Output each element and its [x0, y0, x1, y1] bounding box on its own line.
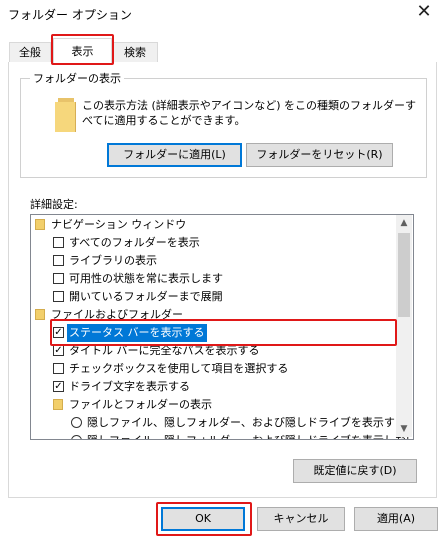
reset-folders-button[interactable]: フォルダーをリセット(R) — [246, 143, 393, 167]
apply-button[interactable]: 適用(A) — [354, 507, 438, 531]
list-item-label: 隠しファイル、隠しフォルダー、および隠しドライブを表示する — [87, 416, 406, 429]
list-item-label: ステータス バーを表示する — [67, 324, 207, 342]
list-item[interactable]: 隠しファイル、隠しフォルダー、および隠しドライブを表示する — [31, 414, 406, 432]
list-item-label: ナビゲーション ウィンドウ — [51, 218, 187, 231]
checkbox[interactable] — [53, 255, 64, 266]
list-item-label: タイトル バーに完全なパスを表示する — [69, 344, 260, 357]
radio-button[interactable] — [71, 417, 82, 428]
checkbox[interactable] — [53, 237, 64, 248]
advanced-settings-list[interactable]: ナビゲーション ウィンドウすべてのフォルダーを表示 ライブラリの表示可用性の状態を… — [30, 214, 414, 440]
advanced-list-scrollbar[interactable]: ▲ ▼ — [396, 215, 412, 437]
list-item-label: すべてのフォルダーを表示 — [69, 236, 200, 249]
scroll-down-icon[interactable]: ▼ — [396, 421, 412, 437]
checkbox[interactable] — [53, 291, 64, 302]
checkbox[interactable] — [53, 363, 64, 374]
restore-defaults-button[interactable]: 既定値に戻す(D) — [293, 459, 417, 483]
folder-icon — [55, 96, 77, 132]
list-item-label: ファイルおよびフォルダー — [51, 308, 183, 321]
list-group-header: ナビゲーション ウィンドウ — [31, 216, 397, 234]
tab-general[interactable]: 全般 — [9, 42, 51, 63]
ok-button[interactable]: OK — [161, 507, 245, 531]
scroll-thumb[interactable] — [398, 233, 410, 317]
list-item[interactable]: 開いているフォルダーまで展開 — [31, 288, 397, 306]
checkbox[interactable]: ✓ — [53, 381, 64, 392]
list-item[interactable]: ✓ ステータス バーを表示する — [31, 324, 397, 342]
list-item-label: ライブラリの表示 — [69, 254, 157, 267]
list-item-label: ドライブ文字を表示する — [69, 380, 190, 393]
folder-icon — [53, 399, 63, 410]
checkbox[interactable] — [53, 273, 64, 284]
list-item[interactable]: ライブラリの表示 — [31, 252, 397, 270]
folder-views-description: この表示方法 (詳細表示やアイコンなど) をこの種類のフォルダーすべてに適用する… — [82, 99, 417, 127]
folder-icon — [35, 219, 45, 230]
folder-icon — [35, 309, 45, 320]
apply-to-folders-button[interactable]: フォルダーに適用(L) — [107, 143, 242, 167]
list-item[interactable]: 可用性の状態を常に表示します — [31, 270, 397, 288]
radio-button[interactable] — [71, 435, 82, 439]
list-item-label: チェックボックスを使用して項目を選択する — [69, 362, 289, 375]
list-item[interactable]: チェックボックスを使用して項目を選択する — [31, 360, 397, 378]
window-title: フォルダー オプション — [8, 8, 132, 22]
list-item-label: ファイルとフォルダーの表示 — [69, 398, 212, 411]
cancel-button[interactable]: キャンセル — [257, 507, 345, 531]
list-item[interactable]: ✓ タイトル バーに完全なパスを表示する — [31, 342, 397, 360]
scroll-up-icon[interactable]: ▲ — [396, 215, 412, 231]
list-item[interactable]: 隠しファイル、隠しフォルダー、および隠しドライブを表示しない — [31, 432, 413, 439]
list-item-label: 開いているフォルダーまで展開 — [69, 290, 223, 303]
list-item[interactable]: ✓ ドライブ文字を表示する — [31, 378, 397, 396]
tab-view[interactable]: 表示 — [53, 38, 112, 64]
list-item-label: 隠しファイル、隠しフォルダー、および隠しドライブを表示しない — [87, 432, 413, 439]
list-item-label: 可用性の状態を常に表示します — [69, 272, 223, 285]
list-group-header: ファイルおよびフォルダー — [31, 306, 397, 324]
advanced-settings-label: 詳細設定: — [30, 198, 78, 211]
close-icon[interactable]: ✕ — [414, 2, 434, 22]
folder-views-legend: フォルダーの表示 — [30, 70, 124, 86]
checkbox[interactable]: ✓ — [53, 327, 64, 338]
list-item[interactable]: すべてのフォルダーを表示 — [31, 234, 397, 252]
list-group-header: ファイルとフォルダーの表示 — [31, 396, 397, 414]
checkbox[interactable]: ✓ — [53, 345, 64, 356]
tab-search[interactable]: 検索 — [112, 42, 158, 63]
